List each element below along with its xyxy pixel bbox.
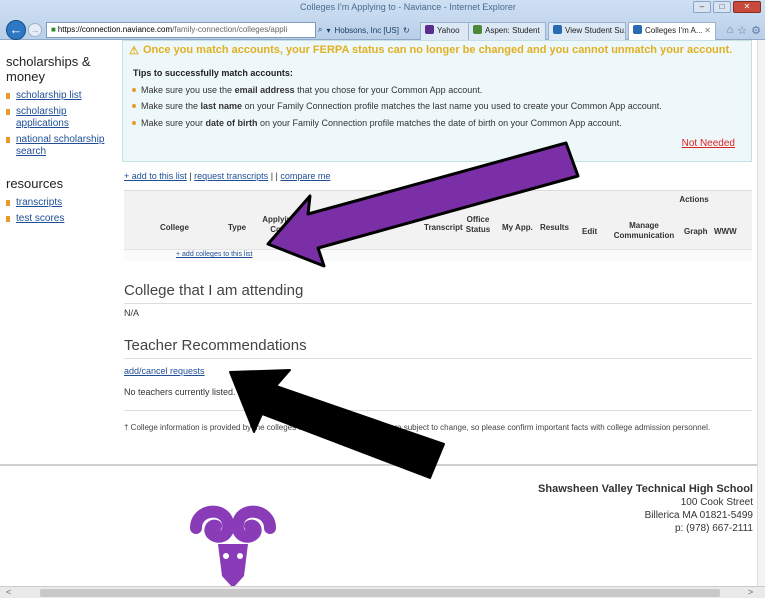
college-info-footnote: † College information is provided by the… [124,423,711,432]
gear-icon[interactable]: ⚙ [751,24,761,37]
scroll-right-icon[interactable]: > [748,587,753,598]
tip-email: Make sure you use the email address that… [131,85,483,95]
star-icon[interactable]: ☆ [737,24,747,37]
teacher-recs-title: Teacher Recommendations [124,337,752,359]
request-transcripts-link[interactable]: request transcripts [194,171,268,181]
aspen-icon [473,25,482,34]
minimize-icon[interactable]: – [693,1,711,13]
tips-title: Tips to successfully match accounts: [133,68,293,78]
yahoo-icon [425,25,434,34]
add-to-list-link[interactable]: + add to this list [124,171,187,181]
ferpa-warning: Once you match accounts, your FERPA stat… [143,44,733,56]
school-phone: p: (978) 667-2111 [674,523,753,534]
not-needed-link[interactable]: Not Needed [682,138,735,149]
tab-label: Colleges I'm A... [645,26,703,35]
close-icon[interactable]: ✕ [733,1,761,13]
column-type: Type [228,223,247,232]
actions-header: Actions [679,195,709,204]
school-name: Shawsheen Valley Technical High School [538,483,753,495]
sidebar-item-scholarship-applications[interactable]: scholarship applications [6,106,86,130]
column-transcript: Transcript [424,223,463,232]
tab-label: Yahoo [437,26,460,35]
site-identity[interactable]: Hobsons, Inc [US] [335,26,399,35]
left-sidebar: scholarships & money scholarship list sc… [0,40,118,588]
tab-label: Aspen: Student [485,26,540,35]
no-teachers-text: No teachers currently listed. [124,387,236,397]
warning-icon: ⚠ [129,45,139,57]
browser-chrome: Colleges I'm Applying to - Naviance - In… [0,0,765,40]
column-college: College [160,223,189,232]
ram-logo-icon [190,505,276,588]
sidebar-item-transcripts[interactable]: transcripts [6,197,118,209]
forward-arrow-icon[interactable]: → [28,23,42,37]
school-info: Shawsheen Valley Technical High School 1… [538,483,753,535]
sidebar-heading-scholarships: scholarships & money [6,54,91,84]
separator: | | [270,171,278,181]
column-results: Results [540,223,569,232]
column-edit: Edit [582,227,598,236]
scroll-thumb[interactable] [40,589,720,597]
column-my-app: My App. [502,223,533,232]
tip-dob: Make sure your date of birth on your Fam… [132,118,622,128]
school-city: Billerica MA 01821-5499 [644,510,753,521]
sidebar-item-test-scores[interactable]: test scores [6,213,118,225]
column-graph: Graph [684,227,708,236]
attending-value: N/A [124,308,140,318]
tab-aspen[interactable]: Aspen: Student [468,22,546,40]
footer-divider [0,464,765,466]
list-actions: + add to this list | request transcripts… [124,171,331,181]
ferpa-notice: ⚠ Once you match accounts, your FERPA st… [122,40,752,162]
window-title: Colleges I'm Applying to - Naviance - In… [300,2,516,12]
window-controls: – □ ✕ [693,1,761,13]
column-applying: Applying via Comm... [262,215,310,234]
lock-icon: ■ [51,25,56,34]
refresh-icon[interactable]: ↻ [403,26,410,35]
address-bar[interactable]: ■ https://connection.naviance.com/family-… [46,22,316,38]
search-icon[interactable]: ⌕ [318,25,322,35]
column-www: WWW [714,227,737,236]
back-arrow-icon[interactable]: ← [6,20,26,40]
sidebar-item-national-scholarship-search[interactable]: national scholarship search [6,134,116,158]
vertical-scrollbar[interactable] [757,40,765,586]
home-icon[interactable]: ⌂ [727,24,734,37]
address-tools: ⌕ ▾ Hobsons, Inc [US] ↻ [318,22,410,38]
ie-icon [633,25,642,34]
attending-title: College that I am attending [124,282,752,304]
dropdown-icon[interactable]: ▾ [326,26,330,35]
add-colleges-link[interactable]: + add colleges to this list [176,251,252,258]
tab-label: View Student Su... [565,26,626,35]
sidebar-item-scholarship-list[interactable]: scholarship list [6,90,118,102]
scroll-left-icon[interactable]: < [6,587,11,598]
column-office-status: Office Status [465,215,491,234]
horizontal-scrollbar[interactable]: < > [0,586,765,598]
tab-close-icon[interactable]: ✕ [704,23,711,39]
browser-tools: ⌂ ☆ ⚙ [727,24,761,37]
sidebar-heading-resources: resources [6,176,64,191]
url-host: https://connection.naviance.com [57,25,173,34]
maximize-icon[interactable]: □ [713,1,731,13]
column-manage-communication: Manage Communication [613,221,675,240]
tab-colleges[interactable]: Colleges I'm A... ✕ [628,22,716,40]
compare-me-link[interactable]: compare me [280,171,330,181]
tip-last-name: Make sure the last name on your Family C… [132,101,662,111]
add-cancel-requests-link[interactable]: add/cancel requests [124,366,205,376]
ie-icon [553,25,562,34]
tab-view-student[interactable]: View Student Su... [548,22,626,40]
divider [124,410,752,411]
school-street: 100 Cook Street [680,497,753,508]
url-path: /family-connection/colleges/appli [172,25,288,34]
colleges-table: Actions College Type Applying via Comm..… [124,190,752,261]
